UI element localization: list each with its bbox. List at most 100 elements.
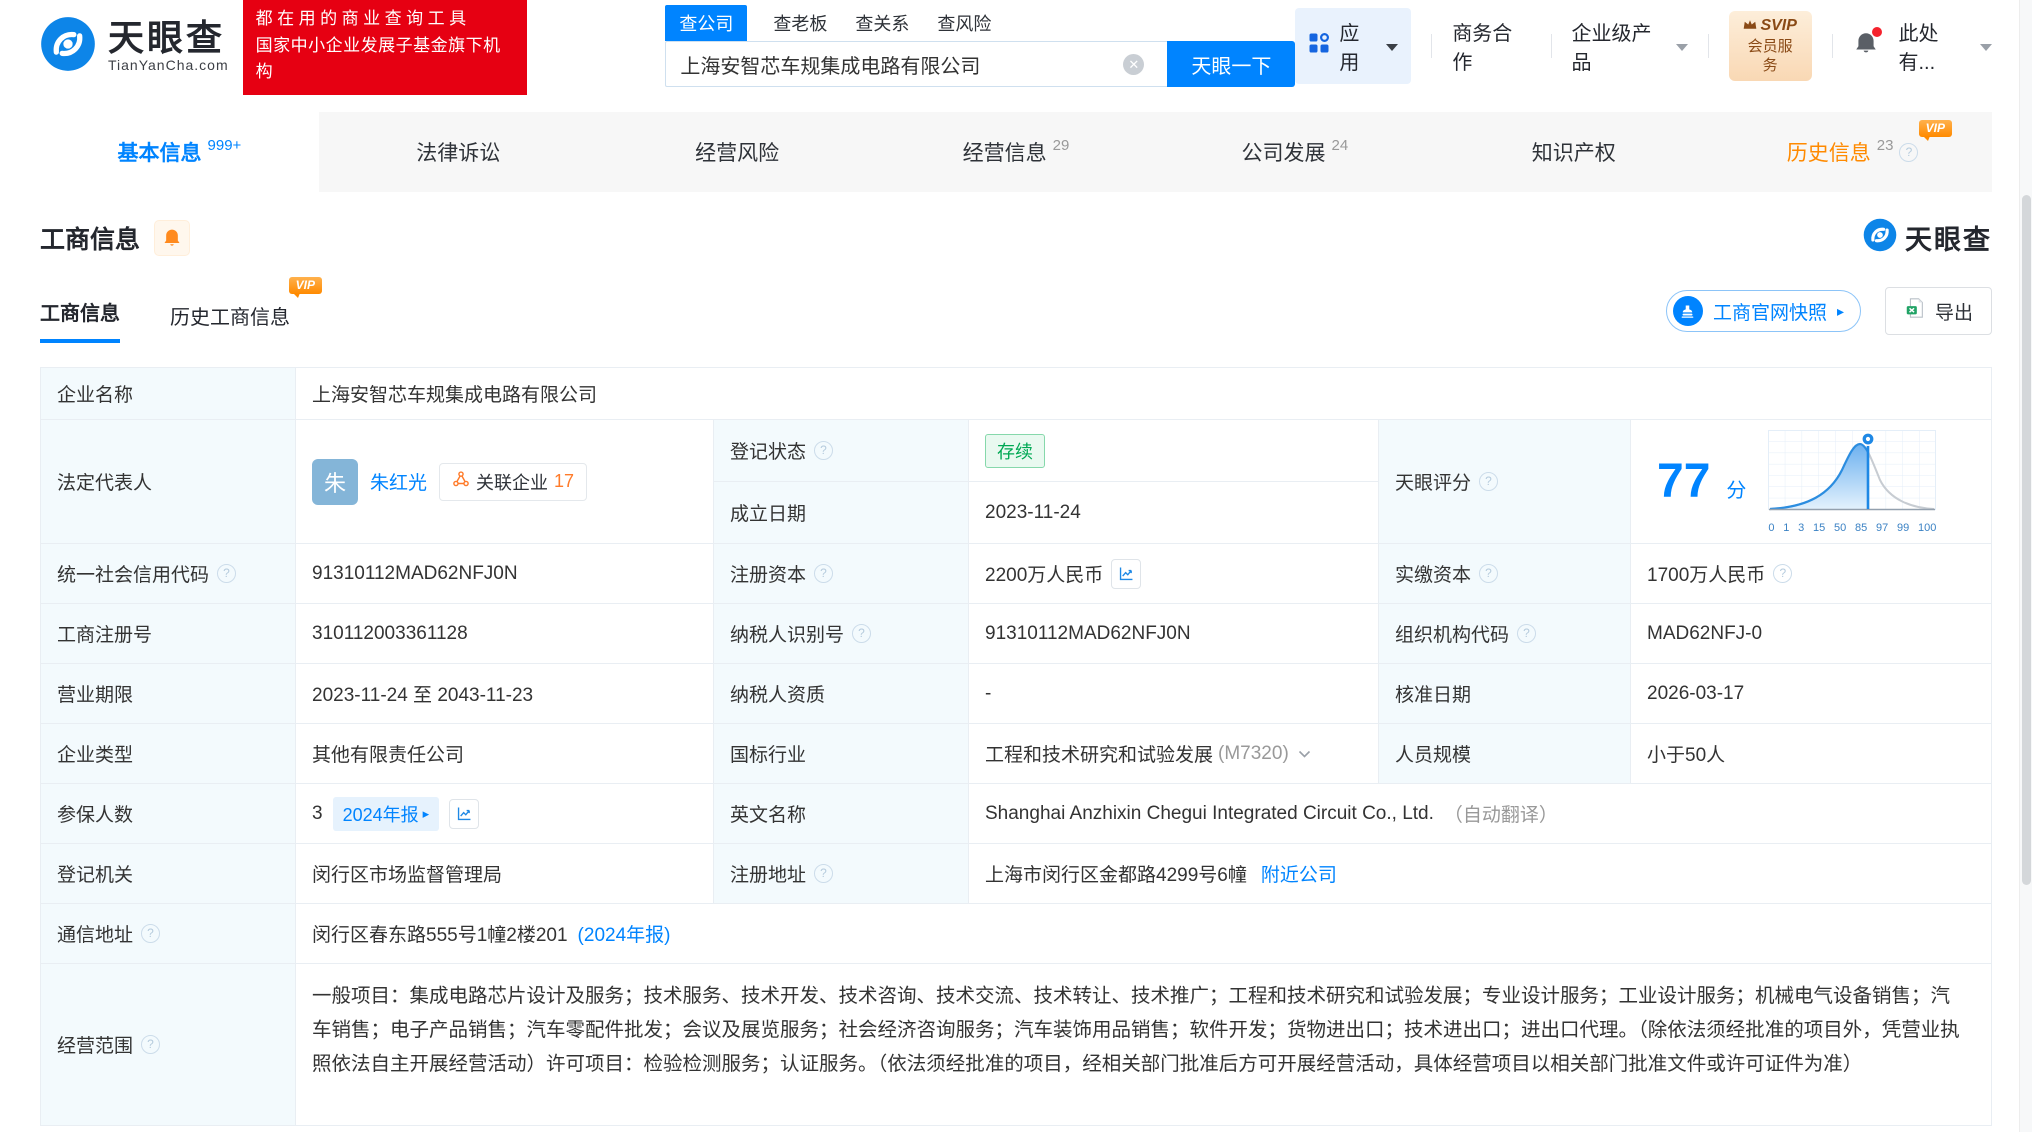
search-tab-relation[interactable]: 查关系 [853,5,911,41]
reg-address-value: 上海市闵行区金都路4299号6幢 [985,865,1247,886]
tianyancha-logo[interactable]: 天眼查 TianYanCha.com [40,16,229,77]
chevron-down-icon[interactable] [1298,743,1311,765]
divider [1431,34,1433,58]
tab-legal-lawsuits[interactable]: 法律诉讼 [319,112,598,192]
tab-company-development[interactable]: 公司发展 24 [1155,112,1434,192]
annual-report-badge[interactable]: 2024年报 ▸ [332,796,440,831]
reg-status-label: 登记状态 [730,442,807,463]
help-icon[interactable]: ? [141,924,161,943]
section-title: 工商信息 [40,225,141,254]
tab-basic-info[interactable]: 基本信息 999+ [40,112,319,192]
insured-count-value: 3 [312,802,323,824]
english-name-label: 英文名称 [714,784,969,844]
scrollbar-track[interactable] [2019,0,2032,1132]
help-icon[interactable]: ? [814,864,834,883]
staff-size-value: 小于50人 [1631,724,1991,784]
related-label: 关联企业 [476,472,549,493]
related-count: 17 [554,471,575,491]
search-tabs: 查公司 查老板 查关系 查风险 [665,5,1295,41]
tab-intellectual-property[interactable]: 知识产权 [1434,112,1713,192]
subtab-history-business-info[interactable]: VIP 历史工商信息 [170,277,322,343]
search-area: 查公司 查老板 查关系 查风险 ✕ 天眼一下 [665,5,1296,87]
header: 天眼查 TianYanCha.com 都在用的商业查询工具 国家中小企业发展子基… [0,0,2032,95]
tab-label: 基本信息 [117,142,202,165]
paid-capital-label-cell: 实缴资本 ? [1379,544,1631,604]
account-menu[interactable]: 此处有... [1899,17,1993,75]
legal-rep-cell: 朱 朱红光 关联企业 17 [296,420,714,544]
tab-history-info[interactable]: VIP 历史信息 23 ? [1713,112,1992,192]
official-snapshot-button[interactable]: 工商官网快照 ▸ [1665,290,1861,332]
company-type-label: 企业类型 [41,724,296,784]
search-tab-risk[interactable]: 查风险 [935,5,993,41]
stamp-icon [1672,296,1703,326]
help-icon[interactable]: ? [1773,564,1793,583]
capital-trend-icon[interactable] [1111,558,1142,589]
business-term-value: 2023-11-24 至 2043-11-23 [296,664,714,724]
nav-enterprise[interactable]: 企业级产品 [1572,17,1688,75]
insured-count-label: 参保人数 [41,784,296,844]
nearby-companies-link[interactable]: 附近公司 [1261,860,1337,887]
help-icon[interactable]: ? [217,564,237,583]
subtab-business-info[interactable]: 工商信息 [40,297,120,343]
svip-label: SVIP [1760,17,1797,35]
scrollbar-thumb[interactable] [2022,195,2031,885]
help-icon[interactable]: ? [141,1035,161,1054]
network-icon [452,470,470,493]
staff-size-label: 人员规模 [1379,724,1631,784]
annual-report-link[interactable]: (2024年报) [578,920,671,947]
help-icon[interactable]: ? [852,624,872,643]
svip-member-badge[interactable]: SVIP 会员服务 [1728,11,1812,81]
english-name-value: Shanghai Anzhixin Chegui Integrated Circ… [985,802,1434,824]
export-button[interactable]: 导出 [1884,287,1992,335]
status-badge: 存续 [985,433,1045,468]
status-date-column: 登记状态 ? 存续 成立日期 2023-11-24 [714,420,1379,544]
table-row: 法定代表人 朱 朱红光 关联企业 17 登记状态 ? 存续 成立日期 2023-… [41,420,1991,544]
nav-cooperation[interactable]: 商务合作 [1452,17,1530,75]
reg-authority-value: 闵行区市场监督管理局 [296,844,714,904]
reg-capital-value: 2200万人民币 [985,565,1104,586]
tab-operation-info[interactable]: 经营信息 29 [877,112,1156,192]
reg-status-value-cell: 存续 [969,420,1378,481]
table-subrow: 成立日期 2023-11-24 [714,482,1378,543]
monitor-bell-button[interactable] [154,219,191,256]
promo-line2: 国家中小企业发展子基金旗下机构 [255,35,501,82]
avatar[interactable]: 朱 [312,458,358,505]
top-nav: 应用 商务合作 企业级产品 SVIP 会员服务 此处有... [1295,8,1993,84]
crown-icon [1743,16,1757,37]
score-unit: 分 [1726,480,1747,502]
tab-count: 24 [1331,136,1349,154]
help-icon[interactable]: ? [814,564,834,583]
score-cell: 77 分 0 1 3 15 50 85 97 99 100 [1631,420,1991,544]
section-header: 工商信息 天眼查 [40,218,1992,257]
search-input[interactable] [665,41,1168,87]
business-info-table: 企业名称 上海安智芯车规集成电路有限公司 法定代表人 朱 朱红光 关联企业 17 [40,367,1992,1126]
subtab-label: 历史工商信息 [170,307,290,329]
help-icon[interactable]: ? [1517,624,1537,643]
snapshot-label: 工商官网快照 [1712,302,1827,324]
table-row: 参保人数 3 2024年报 ▸ 英文名称 Shanghai Anzhixin Ch… [41,784,1991,844]
help-icon[interactable]: ? [1479,564,1499,583]
help-icon[interactable]: ? [1479,472,1499,491]
mail-address-value: 闵行区春东路555号1幢2楼201 [312,925,568,946]
insured-trend-icon[interactable] [449,798,480,829]
tab-operation-risk[interactable]: 经营风险 [598,112,877,192]
search-tab-boss[interactable]: 查老板 [771,5,829,41]
help-icon[interactable]: ? [814,441,834,460]
search-tab-company[interactable]: 查公司 [665,5,748,41]
brand-name: 天眼查 [108,17,226,59]
credit-code-value: 91310112MAD62NFJ0N [296,544,714,604]
business-scope-value: 一般项目：集成电路芯片设计及服务；技术服务、技术开发、技术咨询、技术交流、技术转… [312,985,1960,1075]
notification-bell-icon[interactable] [1853,27,1882,62]
legal-rep-name-link[interactable]: 朱红光 [370,468,427,495]
search-button[interactable]: 天眼一下 [1167,41,1296,87]
related-companies-badge[interactable]: 关联企业 17 [439,462,588,501]
industry-value: 工程和技术研究和试验发展 [985,745,1214,766]
help-icon[interactable]: ? [1899,142,1919,162]
company-name-value: 上海安智芯车规集成电路有限公司 [296,368,1991,420]
page: 天眼查 TianYanCha.com 都在用的商业查询工具 国家中小企业发展子基… [0,0,2032,1132]
arrow-right-icon: ▸ [1836,302,1844,319]
apps-menu[interactable]: 应用 [1295,8,1412,84]
establish-date-label: 成立日期 [730,504,807,525]
tab-label: 知识产权 [1531,142,1616,165]
tab-count: 999+ [207,136,242,154]
